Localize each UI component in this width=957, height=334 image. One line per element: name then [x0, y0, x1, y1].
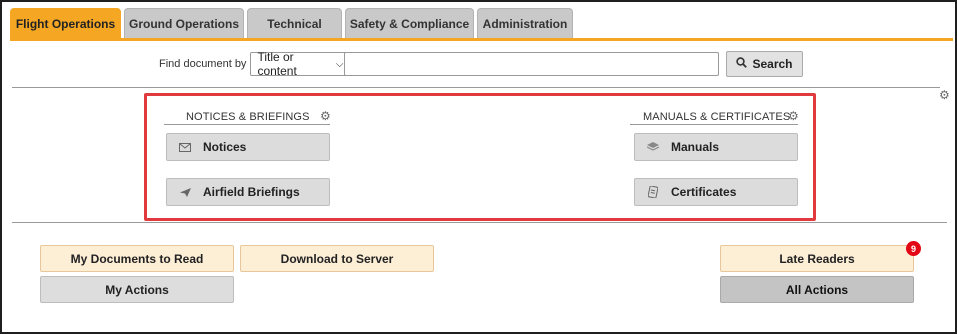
all-actions-button[interactable]: All Actions: [720, 276, 914, 303]
notices-settings-gear-icon[interactable]: ⚙: [320, 110, 331, 122]
manuals-section-title: MANUALS & CERTIFICATES: [643, 111, 791, 123]
late-readers-count-badge: 9: [906, 241, 921, 256]
notices-button[interactable]: Notices: [166, 133, 330, 161]
find-label: Find document by: [159, 58, 247, 70]
manuals-label: Manuals: [671, 140, 720, 154]
notices-label: Notices: [203, 140, 247, 154]
certificates-button[interactable]: Certificates: [634, 178, 798, 206]
search-input[interactable]: [344, 52, 719, 76]
airfield-briefings-button[interactable]: Airfield Briefings: [166, 178, 330, 206]
tab-safety-compliance[interactable]: Safety & Compliance: [345, 8, 474, 38]
late-readers-button[interactable]: Late Readers: [720, 245, 914, 272]
tab-underline: [10, 38, 953, 41]
page-settings-gear-icon[interactable]: ⚙: [939, 89, 950, 101]
find-row: Find document by Title or content ⌵: [159, 50, 351, 78]
main-tabs: Flight Operations Ground Operations Tech…: [10, 8, 573, 38]
envelope-icon: [167, 142, 203, 152]
manuals-settings-gear-icon[interactable]: ⚙: [788, 110, 799, 122]
chevron-down-icon: ⌵: [335, 58, 344, 70]
certificates-label: Certificates: [671, 185, 737, 199]
search-type-select[interactable]: Title or content ⌵: [250, 50, 351, 78]
divider-top: [12, 87, 940, 88]
tab-flight-operations[interactable]: Flight Operations: [10, 8, 121, 38]
paper-plane-icon: [167, 187, 203, 197]
download-to-server-button[interactable]: Download to Server: [240, 245, 434, 272]
certificate-icon: [635, 186, 671, 198]
tab-technical[interactable]: Technical: [247, 8, 342, 38]
tab-administration[interactable]: Administration: [477, 8, 573, 38]
divider-bottom: [12, 222, 947, 223]
search-button[interactable]: Search: [726, 51, 803, 77]
search-type-value: Title or content: [257, 50, 297, 78]
search-button-label: Search: [752, 57, 793, 71]
notices-section-underline: [164, 124, 330, 125]
tab-ground-operations[interactable]: Ground Operations: [124, 8, 244, 38]
app-frame: Flight Operations Ground Operations Tech…: [0, 0, 957, 334]
airfield-briefings-label: Airfield Briefings: [203, 185, 300, 199]
manuals-section-underline: [630, 124, 798, 125]
layers-icon: [635, 142, 671, 152]
my-actions-button[interactable]: My Actions: [40, 276, 234, 303]
search-icon: [736, 57, 748, 71]
my-documents-to-read-button[interactable]: My Documents to Read: [40, 245, 234, 272]
manuals-button[interactable]: Manuals: [634, 133, 798, 161]
notices-section-title: NOTICES & BRIEFINGS: [186, 111, 310, 123]
